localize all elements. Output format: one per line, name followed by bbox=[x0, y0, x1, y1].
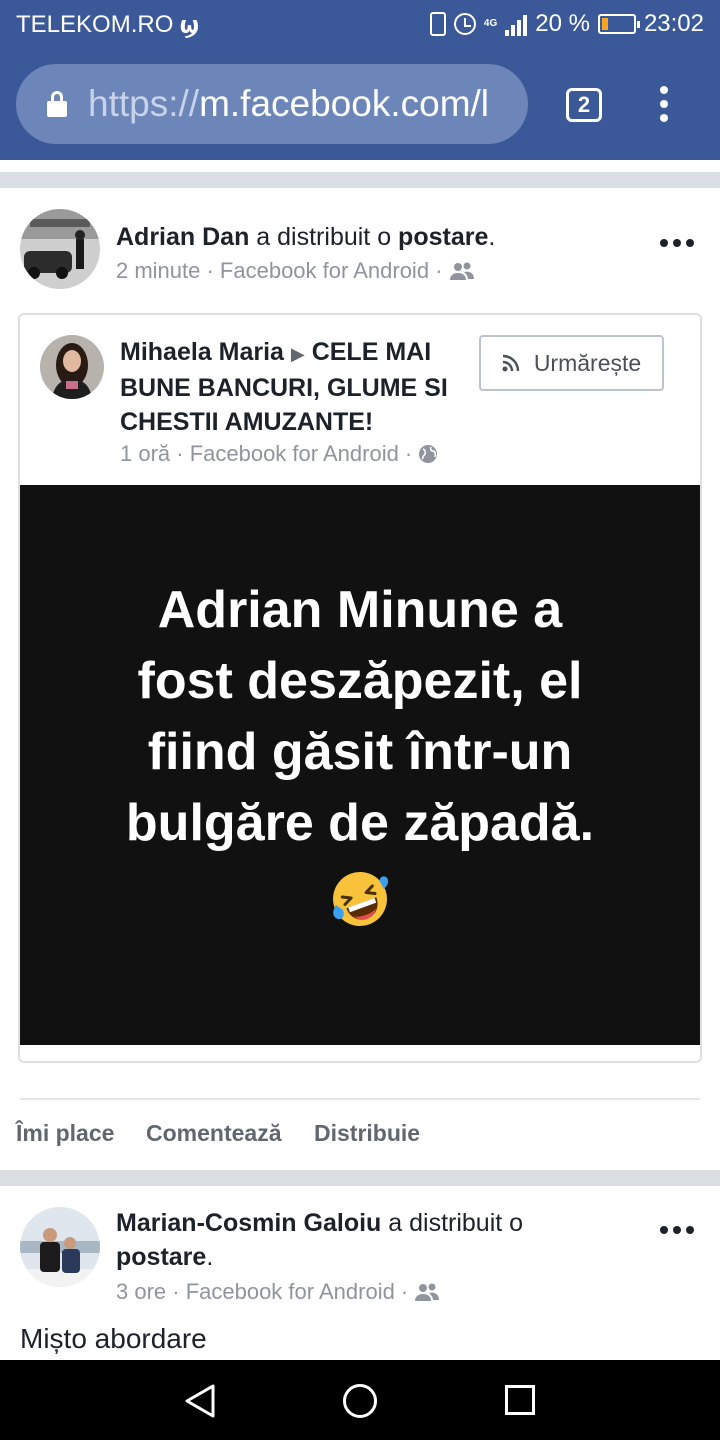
vibrate-icon bbox=[429, 12, 446, 36]
feed-separator bbox=[0, 1170, 720, 1186]
image-text: Adrian Minune a fost deszăpezit, el fiin… bbox=[125, 581, 595, 852]
follow-button[interactable]: Urmărește bbox=[479, 335, 664, 391]
back-icon[interactable] bbox=[183, 1383, 217, 1419]
carrier: TELEKOM.RO ϣ bbox=[16, 11, 199, 39]
alarm-icon bbox=[453, 13, 476, 35]
battery-icon bbox=[597, 14, 640, 34]
avatar[interactable] bbox=[20, 209, 100, 289]
author-name[interactable]: Adrian Dan bbox=[116, 223, 249, 251]
avatar[interactable] bbox=[20, 1207, 100, 1287]
battery-percent: 20 % bbox=[535, 10, 590, 37]
like-button[interactable]: Îmi place bbox=[16, 1120, 114, 1147]
more-options-icon[interactable] bbox=[660, 1226, 694, 1236]
shared-post-meta: 1 oră · Facebook for Android · bbox=[120, 441, 438, 467]
browser-menu-icon[interactable] bbox=[656, 86, 672, 126]
recent-apps-icon[interactable] bbox=[505, 1385, 535, 1415]
shared-post-header: Mihaela Maria ▶ CELE MAI BUNE BANCURI, GL… bbox=[120, 335, 470, 439]
more-options-icon[interactable] bbox=[660, 239, 694, 249]
friends-icon bbox=[415, 1283, 440, 1301]
post-link[interactable]: postare bbox=[116, 1243, 206, 1271]
post-link[interactable]: postare bbox=[398, 223, 488, 251]
shared-avatar[interactable] bbox=[40, 335, 104, 399]
arrow-right-icon: ▶ bbox=[290, 344, 305, 364]
feed-separator bbox=[0, 172, 720, 188]
follow-label: Urmărește bbox=[533, 349, 642, 376]
home-icon[interactable] bbox=[343, 1384, 377, 1418]
status-icons: 4G 20 % 23:02 bbox=[429, 10, 704, 38]
network-type: 4G bbox=[483, 18, 498, 29]
laughing-emoji-icon bbox=[333, 872, 389, 926]
post-meta: 2 minute · Facebook for Android · bbox=[116, 258, 475, 284]
carrier-label: TELEKOM.RO bbox=[16, 11, 174, 38]
globe-icon bbox=[419, 445, 438, 463]
browser-toolbar: TELEKOM.RO ϣ 4G 20 % 23:02 https://m.fac… bbox=[0, 0, 720, 160]
post-image[interactable]: Adrian Minune a fost deszăpezit, el fiin… bbox=[20, 485, 700, 1045]
carrier-logo-icon: ϣ bbox=[179, 11, 200, 39]
post-header: Marian-Cosmin Galoiu a distribuit o posta… bbox=[116, 1209, 524, 1271]
share-button[interactable]: Distribuie bbox=[314, 1120, 420, 1147]
tab-switcher-button[interactable]: 2 bbox=[566, 88, 602, 122]
post-header: Adrian Dan a distribuit o postare. bbox=[116, 223, 496, 251]
friends-icon bbox=[449, 262, 474, 280]
status-bar: TELEKOM.RO ϣ 4G 20 % 23:02 bbox=[0, 0, 720, 50]
lock-icon bbox=[46, 91, 68, 117]
author-name[interactable]: Marian-Cosmin Galoiu bbox=[116, 1209, 381, 1237]
post-meta: 3 ore · Facebook for Android · bbox=[116, 1279, 440, 1305]
comment-button[interactable]: Comentează bbox=[146, 1120, 281, 1147]
rss-icon bbox=[502, 354, 520, 372]
action-divider bbox=[20, 1098, 700, 1100]
signal-icon bbox=[505, 12, 528, 36]
post-text: Mișto abordare bbox=[20, 1323, 207, 1354]
clock: 23:02 bbox=[643, 10, 704, 37]
url-text[interactable]: https://m.facebook.com/l bbox=[88, 83, 489, 125]
shared-author-name[interactable]: Mihaela Maria bbox=[120, 338, 284, 366]
address-bar[interactable]: https://m.facebook.com/l bbox=[16, 64, 528, 144]
